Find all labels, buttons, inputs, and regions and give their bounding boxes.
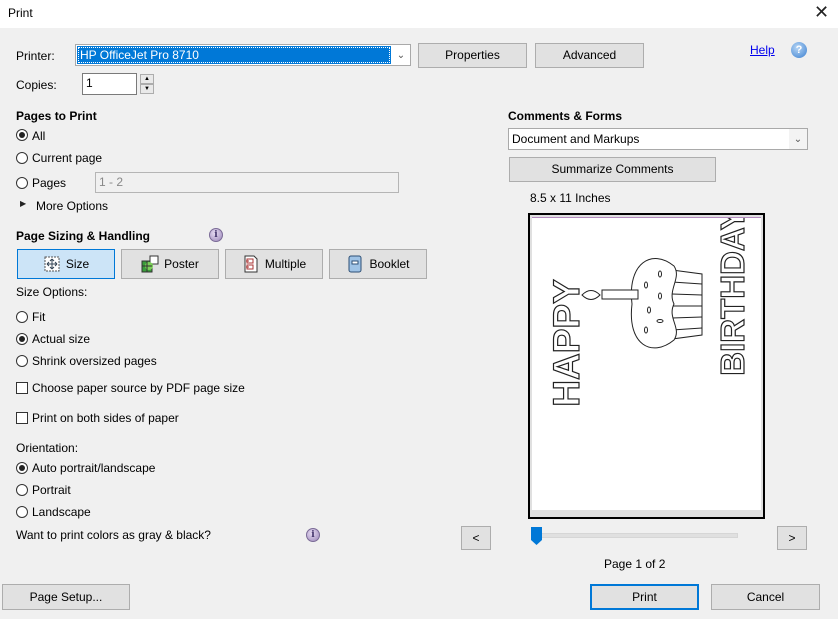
tab-poster[interactable]: Poster bbox=[121, 249, 219, 279]
advanced-button[interactable]: Advanced bbox=[535, 43, 644, 68]
chevron-down-icon[interactable]: ⌄ bbox=[392, 45, 410, 65]
preview-artwork: HAPPY BIRTHDAY bbox=[545, 218, 751, 407]
radio-actual-size[interactable] bbox=[16, 333, 28, 345]
window-title: Print bbox=[8, 6, 33, 20]
orientation-label: Orientation: bbox=[16, 441, 79, 455]
paper-size-label: 8.5 x 11 Inches bbox=[530, 191, 611, 205]
close-icon[interactable]: ✕ bbox=[814, 2, 829, 23]
radio-fit-label: Fit bbox=[32, 310, 46, 324]
radio-shrink-oversized-label: Shrink oversized pages bbox=[32, 354, 157, 368]
radio-actual-size-label: Actual size bbox=[32, 332, 91, 346]
title-bar bbox=[0, 0, 838, 28]
page-slider-thumb[interactable] bbox=[531, 527, 542, 545]
radio-shrink-oversized[interactable] bbox=[16, 355, 28, 367]
radio-landscape-label: Landscape bbox=[32, 505, 91, 519]
booklet-icon bbox=[348, 255, 362, 273]
size-icon bbox=[44, 256, 60, 272]
preview-text-birthday: BIRTHDAY bbox=[714, 218, 751, 376]
properties-button[interactable]: Properties bbox=[418, 43, 527, 68]
size-options-label: Size Options: bbox=[16, 285, 88, 299]
expand-triangle-icon[interactable]: ▶ bbox=[20, 199, 26, 208]
radio-auto-orientation[interactable] bbox=[16, 462, 28, 474]
multiple-icon bbox=[244, 255, 258, 273]
tab-booklet[interactable]: Booklet bbox=[329, 249, 427, 279]
summarize-comments-button[interactable]: Summarize Comments bbox=[509, 157, 716, 182]
printer-select[interactable]: HP OfficeJet Pro 8710 ⌄ bbox=[75, 44, 411, 66]
checkbox-both-sides[interactable] bbox=[16, 412, 28, 424]
radio-portrait-label: Portrait bbox=[32, 483, 71, 497]
comments-forms-heading: Comments & Forms bbox=[508, 109, 623, 123]
radio-landscape[interactable] bbox=[16, 506, 28, 518]
tab-booklet-label: Booklet bbox=[369, 257, 410, 271]
prev-page-button[interactable]: < bbox=[461, 526, 491, 550]
checkbox-choose-paper-source-label: Choose paper source by PDF page size bbox=[32, 381, 245, 395]
radio-current-page[interactable] bbox=[16, 152, 28, 164]
copies-decrement-button[interactable]: ▼ bbox=[140, 84, 154, 94]
radio-pages-label: Pages bbox=[32, 176, 67, 190]
poster-icon bbox=[141, 255, 159, 273]
pages-range-input[interactable]: 1 - 2 bbox=[95, 172, 399, 193]
page-slider-track[interactable] bbox=[541, 533, 738, 538]
printer-label: Printer: bbox=[16, 49, 55, 63]
comments-forms-select[interactable]: Document and Markups ⌄ bbox=[508, 128, 808, 150]
comments-forms-select-value: Document and Markups bbox=[512, 132, 640, 146]
radio-current-page-label: Current page bbox=[32, 151, 103, 165]
copies-label: Copies: bbox=[16, 78, 57, 92]
radio-auto-orientation-label: Auto portrait/landscape bbox=[32, 461, 156, 475]
grayscale-label: Want to print colors as gray & black? bbox=[16, 528, 211, 542]
chevron-down-icon[interactable]: ⌄ bbox=[789, 129, 807, 149]
grayscale-info-icon[interactable]: i bbox=[306, 528, 320, 542]
cupcake-drawing bbox=[581, 258, 703, 349]
pages-to-print-heading: Pages to Print bbox=[16, 109, 97, 123]
preview-text-happy: HAPPY bbox=[546, 279, 587, 407]
more-options-toggle[interactable]: More Options bbox=[36, 199, 108, 213]
checkbox-choose-paper-source[interactable] bbox=[16, 382, 28, 394]
page-setup-button[interactable]: Page Setup... bbox=[2, 584, 130, 610]
print-preview: HAPPY BIRTHDAY bbox=[528, 213, 765, 519]
radio-fit[interactable] bbox=[16, 311, 28, 323]
radio-all-label: All bbox=[32, 129, 46, 143]
tab-poster-label: Poster bbox=[164, 257, 199, 271]
help-link[interactable]: Help bbox=[750, 43, 775, 57]
radio-portrait[interactable] bbox=[16, 484, 28, 496]
page-sizing-heading: Page Sizing & Handling bbox=[16, 229, 151, 243]
tab-size[interactable]: Size bbox=[17, 249, 115, 279]
tab-multiple-label: Multiple bbox=[264, 257, 307, 271]
next-page-button[interactable]: > bbox=[777, 526, 807, 550]
help-icon[interactable]: ? bbox=[791, 42, 807, 58]
copies-increment-button[interactable]: ▲ bbox=[140, 74, 154, 84]
preview-paper: HAPPY BIRTHDAY bbox=[532, 217, 761, 510]
radio-all[interactable] bbox=[16, 129, 28, 141]
checkbox-both-sides-label: Print on both sides of paper bbox=[32, 411, 179, 425]
tab-multiple[interactable]: Multiple bbox=[225, 249, 323, 279]
printer-select-value: HP OfficeJet Pro 8710 bbox=[80, 48, 199, 62]
page-indicator: Page 1 of 2 bbox=[604, 557, 666, 571]
info-icon[interactable]: i bbox=[209, 228, 223, 242]
cancel-button[interactable]: Cancel bbox=[711, 584, 820, 610]
print-button[interactable]: Print bbox=[590, 584, 699, 610]
tab-size-label: Size bbox=[65, 257, 90, 271]
radio-pages[interactable] bbox=[16, 177, 28, 189]
copies-input[interactable]: 1 bbox=[82, 73, 137, 95]
